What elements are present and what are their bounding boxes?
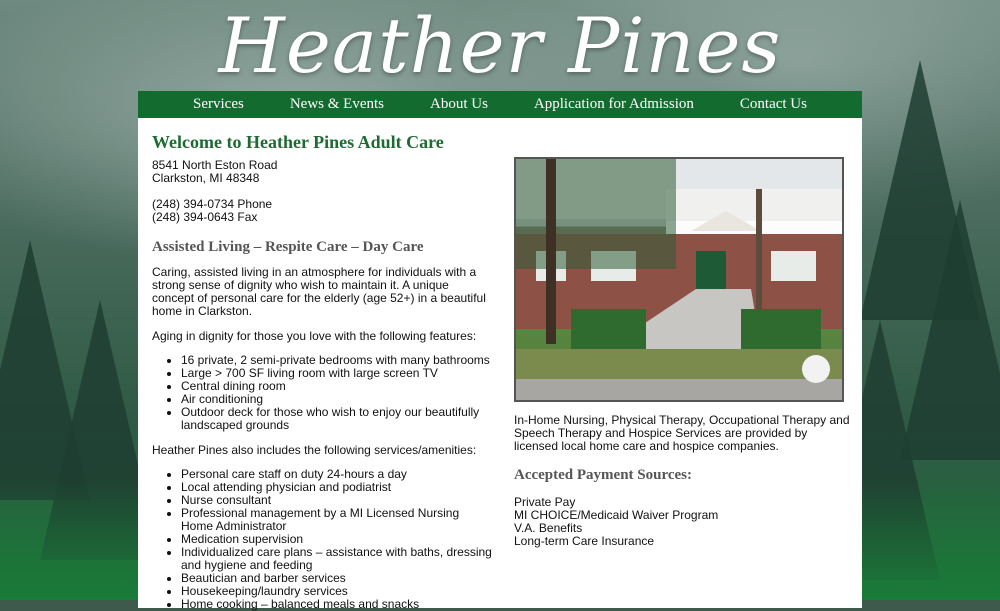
therapy-paragraph: In-Home Nursing, Physical Therapy, Occup… [514,413,850,453]
sidebar-column: In-Home Nursing, Physical Therapy, Occup… [514,157,850,548]
services-list: Personal care staff on duty 24-hours a d… [152,468,492,611]
nav-news-events[interactable]: News & Events [267,96,407,113]
site-title: Heather Pines [218,1,782,90]
list-item: Outdoor deck for those who wish to enjoy… [181,406,492,432]
nav-contact-us[interactable]: Contact Us [717,96,830,113]
main-column: Welcome to Heather Pines Adult Care 8541… [152,132,492,611]
features-intro: Aging in dignity for those you love with… [152,329,477,343]
payment-list: Private Pay MI CHOICE/Medicaid Waiver Pr… [514,496,850,548]
nav-about-us[interactable]: About Us [407,96,511,113]
building-photo-illustration [516,159,842,400]
building-photo [514,157,844,402]
nav-application-for-admission[interactable]: Application for Admission [511,96,717,113]
content-panel: Welcome to Heather Pines Adult Care 8541… [138,118,862,611]
payment-item: Long-term Care Insurance [514,534,655,548]
fax-number: (248) 394-0643 Fax [152,210,258,224]
services-intro: Heather Pines also includes the followin… [152,443,477,457]
intro-paragraph: Caring, assisted living in an atmosphere… [152,265,486,318]
address-line: Clarkston, MI 48348 [152,171,260,185]
welcome-heading: Welcome to Heather Pines Adult Care [152,132,444,152]
payment-heading: Accepted Payment Sources: [514,467,693,483]
care-subtitle: Assisted Living – Respite Care – Day Car… [152,239,424,255]
main-nav: Services News & Events About Us Applicat… [138,91,862,118]
features-list: 16 private, 2 semi-private bedrooms with… [152,354,492,432]
address-block: 8541 North Eston Road Clarkston, MI 4834… [152,159,492,224]
nav-services[interactable]: Services [170,96,267,113]
list-item: Professional management by a MI Licensed… [181,507,492,533]
list-item: Individualized care plans – assistance w… [181,546,492,572]
